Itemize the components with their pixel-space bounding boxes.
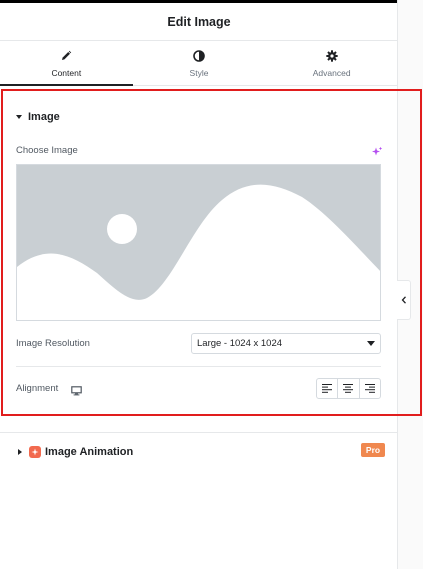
pro-feature-icon [29,445,41,458]
image-animation-toggle[interactable]: Image Animation [16,444,386,459]
caret-right-icon [18,448,22,455]
panel-title: Edit Image [167,14,231,29]
contrast-icon [192,49,206,63]
tab-style[interactable]: Style [133,41,266,85]
pro-badge[interactable]: Pro [361,443,385,457]
tab-content-label: Content [51,67,82,78]
tab-advanced[interactable]: Advanced [265,41,398,85]
tab-style-label: Style [189,67,209,78]
image-section-highlight [1,89,422,416]
pencil-icon [59,49,73,63]
panel-header: Edit Image [0,3,398,41]
gear-icon [325,49,339,63]
image-animation-title: Image Animation [45,445,134,458]
tab-content[interactable]: Content [0,41,133,86]
tab-advanced-label: Advanced [312,67,351,78]
tab-bar: Content Style Advanced [0,41,398,86]
section-separator [0,432,398,433]
